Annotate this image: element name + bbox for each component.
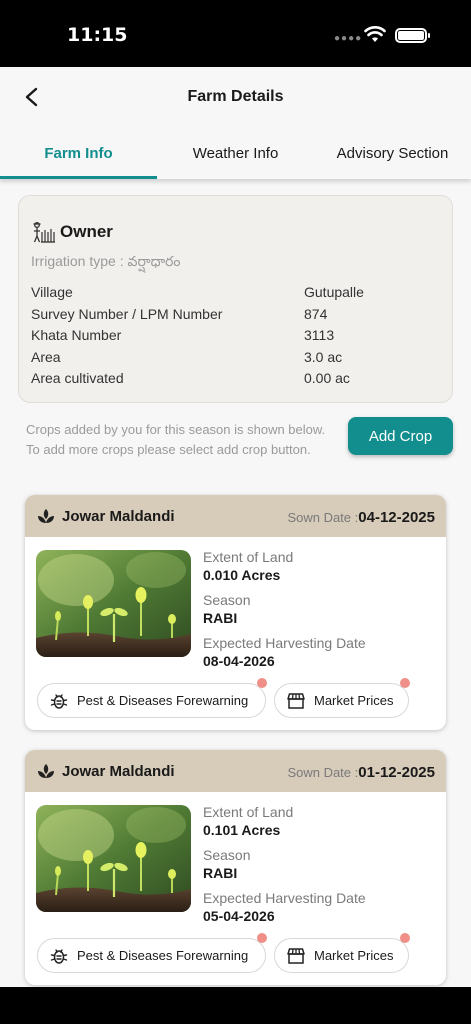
harvest-value: 05-04-2026 <box>203 908 275 924</box>
crop-details: Extent of Land 0.101 Acres Season RABI E… <box>203 804 366 933</box>
active-tab-indicator <box>0 176 157 179</box>
owner-card: Owner Irrigation type : వర్షాధారం Villag… <box>18 195 453 403</box>
pest-diseases-button[interactable]: Pest & Diseases Forewarning <box>37 678 267 718</box>
app-screen: Farm Details Farm Info Weather Info Advi… <box>0 67 471 987</box>
farm-info-list: Village Gutupalle Survey Number / LPM Nu… <box>31 284 441 392</box>
irrigation-label: Irrigation type : <box>31 253 124 269</box>
top-app-bar: Farm Details <box>0 67 471 129</box>
info-key: Village <box>31 284 73 300</box>
page-title: Farm Details <box>187 88 284 105</box>
wifi-icon <box>364 26 386 42</box>
tab-farm-info[interactable]: Farm Info <box>0 129 157 179</box>
info-row-survey-number: Survey Number / LPM Number 874 <box>31 306 441 328</box>
crops-note: Crops added by you for this season is sh… <box>26 422 326 457</box>
owner-name: Owner <box>60 222 113 241</box>
season-value: RABI <box>203 865 238 881</box>
season-label: Season <box>203 847 251 863</box>
season-label: Season <box>203 592 251 608</box>
tab-weather-info[interactable]: Weather Info <box>157 129 314 179</box>
harvest-label: Expected Harvesting Date <box>203 635 366 651</box>
info-key: Area cultivated <box>31 370 124 386</box>
sown-date-label: Sown Date : <box>287 765 359 780</box>
harvest-value: 08-04-2026 <box>203 653 275 669</box>
notification-dot <box>257 678 267 688</box>
add-crop-button[interactable]: Add Crop <box>348 417 453 455</box>
tab-bar: Farm Info Weather Info Advisory Section <box>0 129 471 179</box>
bug-icon <box>50 948 68 964</box>
store-icon <box>287 692 305 709</box>
extent-label: Extent of Land <box>203 549 294 565</box>
market-prices-button[interactable]: Market Prices <box>274 678 410 718</box>
crop-card[interactable]: Jowar Maldandi Sown Date :04-12-2025 Ext… <box>25 495 446 730</box>
extent-value: 0.010 Acres <box>203 567 281 583</box>
pest-diseases-button[interactable]: Pest & Diseases Forewarning <box>37 933 267 973</box>
sown-date-value: 01-12-2025 <box>358 764 435 781</box>
crop-card-header: Jowar Maldandi Sown Date :04-12-2025 <box>25 495 446 537</box>
store-icon <box>287 947 305 964</box>
notification-dot <box>257 933 267 943</box>
info-row-village: Village Gutupalle <box>31 284 441 306</box>
sown-date: Sown Date :04-12-2025 <box>287 509 435 526</box>
pest-diseases-label: Pest & Diseases Forewarning <box>77 693 249 708</box>
harvest-label: Expected Harvesting Date <box>203 890 366 906</box>
crop-name: Jowar Maldandi <box>62 508 175 525</box>
crop-name: Jowar Maldandi <box>62 763 175 780</box>
crop-image <box>36 550 191 657</box>
status-bar: 11:15 ●●●● <box>0 0 471 67</box>
info-value: Gutupalle <box>304 284 364 300</box>
sprout-icon <box>38 509 54 523</box>
info-row-khata-number: Khata Number 3113 <box>31 327 441 349</box>
market-prices-label: Market Prices <box>314 693 394 708</box>
crop-card-header: Jowar Maldandi Sown Date :01-12-2025 <box>25 750 446 792</box>
crop-details: Extent of Land 0.010 Acres Season RABI E… <box>203 549 366 678</box>
extent-label: Extent of Land <box>203 804 294 820</box>
irrigation-value: వర్షాధారం <box>127 254 181 270</box>
status-time: 11:15 <box>67 24 128 46</box>
tab-advisory-section[interactable]: Advisory Section <box>314 129 471 179</box>
market-prices-label: Market Prices <box>314 948 394 963</box>
info-value: 874 <box>304 305 328 322</box>
info-row-area-cultivated: Area cultivated 0.00 ac <box>31 370 441 392</box>
info-value: 0.00 ac <box>304 370 350 386</box>
sprout-icon <box>38 764 54 778</box>
sown-date: Sown Date :01-12-2025 <box>287 764 435 781</box>
owner-heading: Owner <box>31 220 113 244</box>
notification-dot <box>400 933 410 943</box>
extent-value: 0.101 Acres <box>203 822 281 838</box>
battery-icon <box>395 28 430 43</box>
info-row-area: Area 3.0 ac <box>31 349 441 371</box>
pest-diseases-label: Pest & Diseases Forewarning <box>77 948 249 963</box>
season-value: RABI <box>203 610 238 626</box>
bug-icon <box>50 693 68 709</box>
signal-dots-icon: ●●●● <box>334 33 363 44</box>
farmer-icon <box>33 222 55 243</box>
info-key: Area <box>31 348 61 365</box>
market-prices-button[interactable]: Market Prices <box>274 933 410 973</box>
bottom-bar <box>0 987 471 1024</box>
sown-date-value: 04-12-2025 <box>358 509 435 526</box>
info-key: Khata Number <box>31 327 122 343</box>
crop-image <box>36 805 191 912</box>
info-key: Survey Number / LPM Number <box>31 305 223 322</box>
info-value: 3.0 ac <box>304 348 343 365</box>
notification-dot <box>400 678 410 688</box>
sown-date-label: Sown Date : <box>287 510 359 525</box>
irrigation-type: Irrigation type : వర్షాధారం <box>31 253 181 273</box>
crop-card[interactable]: Jowar Maldandi Sown Date :01-12-2025 Ext… <box>25 750 446 985</box>
info-value: 3113 <box>304 327 335 343</box>
